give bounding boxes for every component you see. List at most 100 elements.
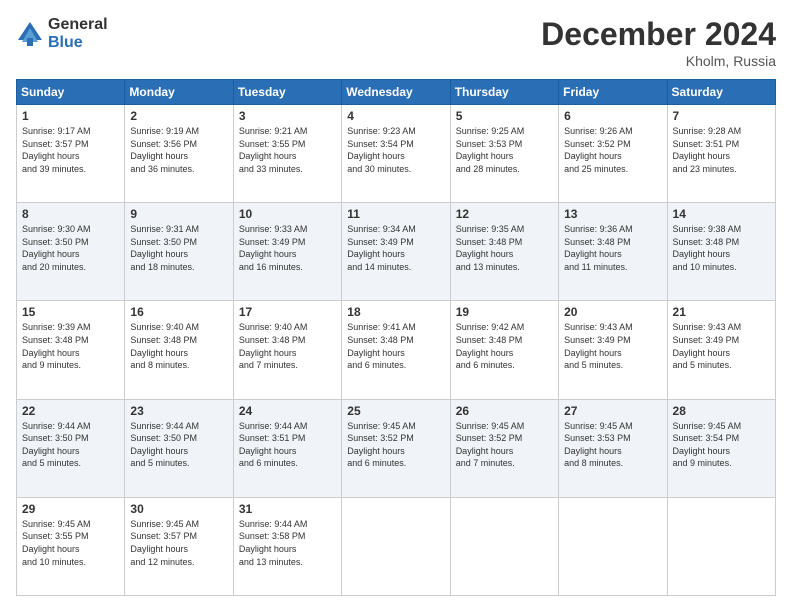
logo-general-text: General <box>48 16 108 34</box>
cell-4-4: 25 Sunrise: 9:45 AMSunset: 3:52 PMDaylig… <box>342 399 450 497</box>
col-sunday: Sunday <box>17 80 125 105</box>
cell-text: Sunrise: 9:40 AMSunset: 3:48 PMDaylight … <box>239 322 308 370</box>
col-thursday: Thursday <box>450 80 558 105</box>
week-row-3: 15 Sunrise: 9:39 AMSunset: 3:48 PMDaylig… <box>17 301 776 399</box>
cell-1-1: 1 Sunrise: 9:17 AMSunset: 3:57 PMDayligh… <box>17 105 125 203</box>
cell-3-6: 20 Sunrise: 9:43 AMSunset: 3:49 PMDaylig… <box>559 301 667 399</box>
cell-5-5 <box>450 497 558 595</box>
day-number: 21 <box>673 305 770 319</box>
cell-2-7: 14 Sunrise: 9:38 AMSunset: 3:48 PMDaylig… <box>667 203 775 301</box>
day-number: 12 <box>456 207 553 221</box>
cell-2-6: 13 Sunrise: 9:36 AMSunset: 3:48 PMDaylig… <box>559 203 667 301</box>
cell-1-2: 2 Sunrise: 9:19 AMSunset: 3:56 PMDayligh… <box>125 105 233 203</box>
day-number: 3 <box>239 109 336 123</box>
cell-text: Sunrise: 9:34 AMSunset: 3:49 PMDaylight … <box>347 224 416 272</box>
cell-1-3: 3 Sunrise: 9:21 AMSunset: 3:55 PMDayligh… <box>233 105 341 203</box>
cell-text: Sunrise: 9:35 AMSunset: 3:48 PMDaylight … <box>456 224 525 272</box>
cell-text: Sunrise: 9:45 AMSunset: 3:52 PMDaylight … <box>347 421 416 469</box>
day-number: 14 <box>673 207 770 221</box>
month-title: December 2024 <box>541 16 776 53</box>
cell-1-7: 7 Sunrise: 9:28 AMSunset: 3:51 PMDayligh… <box>667 105 775 203</box>
header-row: Sunday Monday Tuesday Wednesday Thursday… <box>17 80 776 105</box>
day-number: 31 <box>239 502 336 516</box>
cell-text: Sunrise: 9:30 AMSunset: 3:50 PMDaylight … <box>22 224 91 272</box>
cell-text: Sunrise: 9:28 AMSunset: 3:51 PMDaylight … <box>673 126 742 174</box>
cell-3-3: 17 Sunrise: 9:40 AMSunset: 3:48 PMDaylig… <box>233 301 341 399</box>
day-number: 8 <box>22 207 119 221</box>
day-number: 28 <box>673 404 770 418</box>
day-number: 26 <box>456 404 553 418</box>
cell-2-4: 11 Sunrise: 9:34 AMSunset: 3:49 PMDaylig… <box>342 203 450 301</box>
cell-3-5: 19 Sunrise: 9:42 AMSunset: 3:48 PMDaylig… <box>450 301 558 399</box>
calendar-table: Sunday Monday Tuesday Wednesday Thursday… <box>16 79 776 596</box>
location: Kholm, Russia <box>541 53 776 69</box>
cell-1-6: 6 Sunrise: 9:26 AMSunset: 3:52 PMDayligh… <box>559 105 667 203</box>
day-number: 17 <box>239 305 336 319</box>
cell-text: Sunrise: 9:45 AMSunset: 3:55 PMDaylight … <box>22 519 91 567</box>
cell-2-2: 9 Sunrise: 9:31 AMSunset: 3:50 PMDayligh… <box>125 203 233 301</box>
cell-3-1: 15 Sunrise: 9:39 AMSunset: 3:48 PMDaylig… <box>17 301 125 399</box>
cell-text: Sunrise: 9:17 AMSunset: 3:57 PMDaylight … <box>22 126 91 174</box>
cell-1-5: 5 Sunrise: 9:25 AMSunset: 3:53 PMDayligh… <box>450 105 558 203</box>
day-number: 19 <box>456 305 553 319</box>
cell-text: Sunrise: 9:44 AMSunset: 3:58 PMDaylight … <box>239 519 308 567</box>
cell-text: Sunrise: 9:41 AMSunset: 3:48 PMDaylight … <box>347 322 416 370</box>
cell-5-1: 29 Sunrise: 9:45 AMSunset: 3:55 PMDaylig… <box>17 497 125 595</box>
day-number: 1 <box>22 109 119 123</box>
day-number: 4 <box>347 109 444 123</box>
day-number: 16 <box>130 305 227 319</box>
cell-5-6 <box>559 497 667 595</box>
day-number: 18 <box>347 305 444 319</box>
cell-4-1: 22 Sunrise: 9:44 AMSunset: 3:50 PMDaylig… <box>17 399 125 497</box>
cell-4-2: 23 Sunrise: 9:44 AMSunset: 3:50 PMDaylig… <box>125 399 233 497</box>
logo-icon <box>16 20 44 48</box>
cell-text: Sunrise: 9:39 AMSunset: 3:48 PMDaylight … <box>22 322 91 370</box>
day-number: 25 <box>347 404 444 418</box>
col-friday: Friday <box>559 80 667 105</box>
logo-text: General Blue <box>48 16 108 51</box>
day-number: 23 <box>130 404 227 418</box>
week-row-4: 22 Sunrise: 9:44 AMSunset: 3:50 PMDaylig… <box>17 399 776 497</box>
cell-text: Sunrise: 9:21 AMSunset: 3:55 PMDaylight … <box>239 126 308 174</box>
cell-text: Sunrise: 9:23 AMSunset: 3:54 PMDaylight … <box>347 126 416 174</box>
calendar: Sunday Monday Tuesday Wednesday Thursday… <box>16 79 776 596</box>
cell-1-4: 4 Sunrise: 9:23 AMSunset: 3:54 PMDayligh… <box>342 105 450 203</box>
cell-5-3: 31 Sunrise: 9:44 AMSunset: 3:58 PMDaylig… <box>233 497 341 595</box>
cell-text: Sunrise: 9:45 AMSunset: 3:53 PMDaylight … <box>564 421 633 469</box>
cell-text: Sunrise: 9:38 AMSunset: 3:48 PMDaylight … <box>673 224 742 272</box>
week-row-5: 29 Sunrise: 9:45 AMSunset: 3:55 PMDaylig… <box>17 497 776 595</box>
cell-text: Sunrise: 9:31 AMSunset: 3:50 PMDaylight … <box>130 224 199 272</box>
title-block: December 2024 Kholm, Russia <box>541 16 776 69</box>
week-row-1: 1 Sunrise: 9:17 AMSunset: 3:57 PMDayligh… <box>17 105 776 203</box>
cell-text: Sunrise: 9:45 AMSunset: 3:52 PMDaylight … <box>456 421 525 469</box>
header: General Blue December 2024 Kholm, Russia <box>16 16 776 69</box>
day-number: 15 <box>22 305 119 319</box>
cell-2-3: 10 Sunrise: 9:33 AMSunset: 3:49 PMDaylig… <box>233 203 341 301</box>
cell-text: Sunrise: 9:36 AMSunset: 3:48 PMDaylight … <box>564 224 633 272</box>
day-number: 6 <box>564 109 661 123</box>
col-monday: Monday <box>125 80 233 105</box>
cell-text: Sunrise: 9:44 AMSunset: 3:50 PMDaylight … <box>22 421 91 469</box>
day-number: 9 <box>130 207 227 221</box>
cell-text: Sunrise: 9:43 AMSunset: 3:49 PMDaylight … <box>564 322 633 370</box>
col-saturday: Saturday <box>667 80 775 105</box>
day-number: 30 <box>130 502 227 516</box>
day-number: 7 <box>673 109 770 123</box>
cell-text: Sunrise: 9:44 AMSunset: 3:50 PMDaylight … <box>130 421 199 469</box>
cell-3-7: 21 Sunrise: 9:43 AMSunset: 3:49 PMDaylig… <box>667 301 775 399</box>
col-wednesday: Wednesday <box>342 80 450 105</box>
day-number: 24 <box>239 404 336 418</box>
cell-text: Sunrise: 9:25 AMSunset: 3:53 PMDaylight … <box>456 126 525 174</box>
logo-blue-text: Blue <box>48 34 108 52</box>
cell-text: Sunrise: 9:33 AMSunset: 3:49 PMDaylight … <box>239 224 308 272</box>
day-number: 27 <box>564 404 661 418</box>
col-tuesday: Tuesday <box>233 80 341 105</box>
cell-text: Sunrise: 9:43 AMSunset: 3:49 PMDaylight … <box>673 322 742 370</box>
week-row-2: 8 Sunrise: 9:30 AMSunset: 3:50 PMDayligh… <box>17 203 776 301</box>
cell-4-6: 27 Sunrise: 9:45 AMSunset: 3:53 PMDaylig… <box>559 399 667 497</box>
cell-5-4 <box>342 497 450 595</box>
day-number: 5 <box>456 109 553 123</box>
cell-5-7 <box>667 497 775 595</box>
day-number: 29 <box>22 502 119 516</box>
cell-text: Sunrise: 9:45 AMSunset: 3:57 PMDaylight … <box>130 519 199 567</box>
